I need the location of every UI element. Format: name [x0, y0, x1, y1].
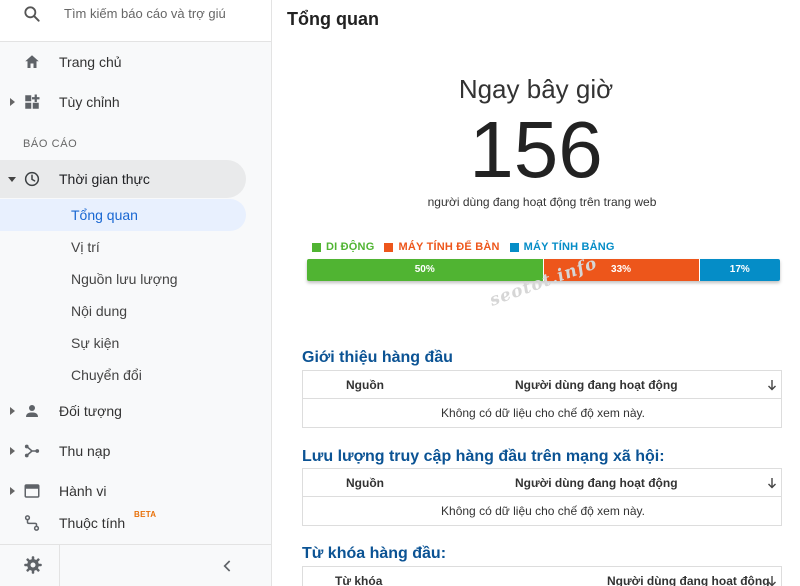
column-header-active-users[interactable]: Người dùng đang hoạt động	[607, 574, 770, 586]
legend-label: MÁY TÍNH BẢNG	[523, 241, 615, 253]
active-users-subtitle: người dùng đang hoạt động trên trang web	[427, 195, 657, 209]
column-header-source[interactable]: Nguồn	[346, 378, 384, 392]
device-legend: DI ĐỘNG MÁY TÍNH ĐỂ BÀN MÁY TÍNH BẢNG	[312, 240, 615, 254]
legend-label: MÁY TÍNH ĐỂ BÀN	[398, 241, 500, 253]
caret-right-icon	[10, 98, 15, 106]
home-icon	[25, 55, 39, 68]
beta-badge: BETA	[134, 510, 157, 519]
column-header-active-users[interactable]: Người dùng đang hoạt động	[515, 476, 678, 490]
sub-item-label: Vị trí	[71, 239, 100, 255]
acquisition-icon	[24, 444, 40, 458]
sidebar-footer	[0, 544, 271, 586]
caret-right-icon	[10, 447, 15, 455]
sub-item-label: Sự kiện	[71, 335, 120, 351]
top-social-traffic-title: Lưu lượng truy cập hàng đầu trên mạng xã…	[302, 448, 665, 465]
nav-realtime-label: Thời gian thực	[59, 171, 150, 187]
person-icon	[26, 405, 38, 417]
nav-audience[interactable]: Đối tượng	[0, 392, 250, 430]
nav-behavior-label: Hành vi	[59, 483, 107, 499]
sidebar: Trang chủ Tùy chỉnh BÁO CÁO Thời gian th…	[0, 0, 272, 586]
nav-audience-label: Đối tượng	[59, 403, 122, 419]
table-row: Không có dữ liệu cho chế độ xem này.	[303, 399, 781, 427]
table-row: Không có dữ liệu cho chế độ xem này.	[303, 497, 781, 525]
clock-icon	[24, 171, 40, 187]
search-icon[interactable]	[22, 4, 42, 24]
top-referrals-title: Giới thiệu hàng đầu	[302, 349, 453, 366]
sub-item-location[interactable]: Vị trí	[0, 231, 246, 263]
legend-label: DI ĐỘNG	[326, 241, 375, 253]
page-title: Tổng quan	[287, 9, 379, 29]
nav-attributes[interactable]: Thuộc tính BETA	[0, 504, 250, 542]
legend-item-desktop: MÁY TÍNH ĐỂ BÀN	[384, 240, 499, 254]
legend-swatch	[384, 242, 394, 252]
sub-item-label: Nguồn lưu lượng	[71, 271, 178, 287]
realtime-label: Ngay bây giờ	[458, 74, 614, 104]
sub-item-label: Nội dung	[71, 303, 128, 319]
nav-home[interactable]: Trang chủ	[0, 43, 250, 81]
caret-right-icon	[10, 407, 15, 415]
top-keywords-table: Từ khóa Người dùng đang hoạt động	[302, 566, 782, 586]
sub-item-label: Tổng quan	[71, 207, 138, 223]
sub-item-overview[interactable]: Tổng quan	[0, 199, 246, 231]
table-header: Nguồn Người dùng đang hoạt động	[303, 371, 781, 399]
legend-swatch	[509, 242, 519, 252]
sub-item-label: Chuyển đổi	[71, 367, 142, 383]
gear-icon[interactable]	[23, 555, 43, 575]
empty-message: Không có dữ liệu cho chế độ xem này.	[441, 406, 645, 420]
sort-arrow-down-icon[interactable]	[767, 477, 777, 489]
nav-acquisition[interactable]: Thu nạp	[0, 432, 250, 470]
reports-section-label: BÁO CÁO	[23, 138, 78, 150]
active-users-count: 156	[469, 105, 603, 194]
table-header: Từ khóa Người dùng đang hoạt động	[303, 567, 781, 586]
sub-item-content[interactable]: Nội dung	[0, 295, 246, 327]
top-referrals-table: Nguồn Người dùng đang hoạt động Không có…	[302, 370, 782, 428]
main-content: Tổng quan Ngay bây giờ 156 người dùng đa…	[272, 0, 800, 586]
sub-item-conversions[interactable]: Chuyển đổi	[0, 359, 246, 391]
nav-realtime[interactable]: Thời gian thực	[0, 160, 246, 198]
footer-divider	[59, 545, 60, 586]
segment-mobile: 50%	[307, 259, 544, 281]
caret-down-icon	[8, 177, 16, 182]
legend-item-tablet: MÁY TÍNH BẢNG	[509, 240, 615, 254]
sub-item-events[interactable]: Sự kiện	[0, 327, 246, 359]
search-input[interactable]	[64, 4, 226, 22]
caret-right-icon	[10, 487, 15, 495]
table-header: Nguồn Người dùng đang hoạt động	[303, 469, 781, 497]
sub-item-traffic-sources[interactable]: Nguồn lưu lượng	[0, 263, 246, 295]
empty-message: Không có dữ liệu cho chế độ xem này.	[441, 504, 645, 518]
nav-customize[interactable]: Tùy chỉnh	[0, 83, 250, 121]
segment-tablet: 17%	[699, 259, 780, 281]
column-header-source[interactable]: Nguồn	[346, 476, 384, 490]
dashboard-icon	[25, 94, 40, 109]
search-bar	[0, 0, 271, 42]
legend-swatch	[312, 242, 321, 252]
column-header-active-users[interactable]: Người dùng đang hoạt động	[515, 378, 678, 392]
browser-window-icon	[24, 484, 40, 498]
sort-arrow-down-icon[interactable]	[767, 575, 777, 586]
attribution-icon	[24, 515, 40, 531]
top-social-traffic-table: Nguồn Người dùng đang hoạt động Không có…	[302, 468, 782, 526]
nav-attributes-label: Thuộc tính	[59, 515, 126, 531]
legend-item-mobile: DI ĐỘNG	[312, 240, 374, 254]
sort-arrow-down-icon[interactable]	[767, 379, 777, 391]
column-header-keyword[interactable]: Từ khóa	[335, 574, 382, 586]
nav-customize-label: Tùy chỉnh	[59, 94, 120, 110]
chevron-left-icon[interactable]	[218, 556, 238, 576]
top-keywords-title: Từ khóa hàng đầu:	[302, 545, 447, 562]
nav-home-label: Trang chủ	[59, 54, 122, 70]
nav-acquisition-label: Thu nạp	[59, 443, 111, 459]
